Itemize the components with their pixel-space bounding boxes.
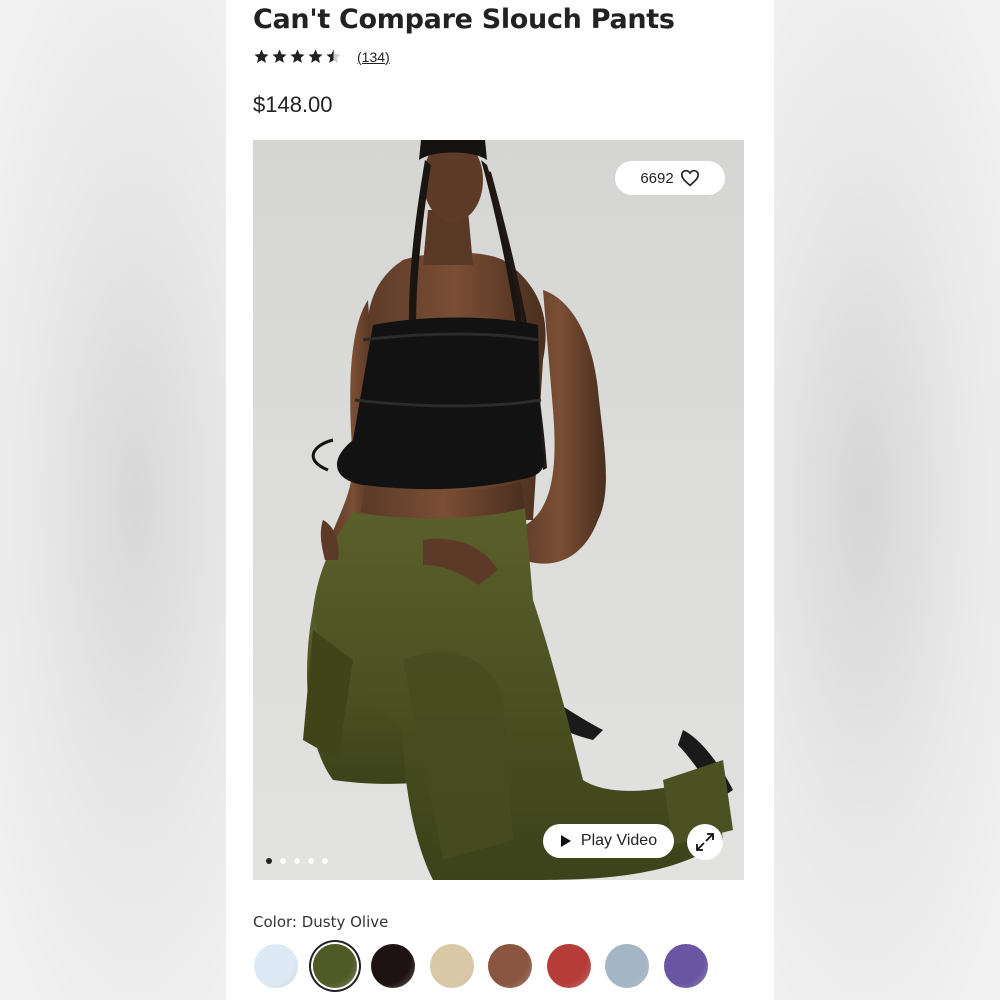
favorites-count: 6692: [640, 169, 674, 187]
color-label: Color: Dusty Olive: [253, 913, 389, 931]
product-image-carousel[interactable]: 6692 Play Video: [253, 140, 744, 880]
swatch-fill: [663, 944, 708, 988]
carousel-dot[interactable]: [266, 858, 272, 864]
carousel-dot[interactable]: [294, 858, 300, 864]
color-swatch-red[interactable]: [546, 944, 591, 988]
play-video-button[interactable]: Play Video: [543, 824, 674, 858]
carousel-dots: [266, 858, 336, 864]
color-swatch-grey-blue[interactable]: [605, 944, 649, 988]
reviews-link[interactable]: (134): [357, 49, 390, 65]
product-photo: [303, 140, 733, 880]
swatch-fill: [312, 944, 357, 988]
color-swatch-brown[interactable]: [488, 944, 532, 988]
swatch-fill: [254, 944, 298, 988]
carousel-dot[interactable]: [280, 858, 286, 864]
product-panel: Can't Compare Slouch Pants (134) $148.00: [226, 0, 774, 1000]
play-video-label: Play Video: [580, 832, 658, 849]
color-swatch-dusty-olive[interactable]: [312, 944, 357, 988]
star-icon: [254, 49, 269, 63]
expand-button[interactable]: [687, 824, 723, 860]
star-rating: [253, 48, 343, 65]
heart-icon: [680, 169, 699, 187]
product-rating: (134): [253, 48, 390, 65]
color-swatch-black-brown[interactable]: [371, 944, 415, 988]
carousel-dot[interactable]: [322, 858, 328, 864]
carousel-dot[interactable]: [308, 858, 314, 864]
left-backdrop: [0, 0, 226, 1000]
star-icon: [272, 49, 287, 63]
star-icon: [290, 49, 305, 63]
swatch-fill: [371, 944, 415, 988]
product-title: Can't Compare Slouch Pants: [253, 4, 675, 35]
favorite-button[interactable]: 6692: [615, 161, 725, 195]
swatch-fill: [605, 944, 649, 988]
color-swatches: [254, 944, 722, 988]
expand-icon: [696, 833, 714, 851]
color-swatch-light-blue[interactable]: [254, 944, 298, 988]
product-price: $148.00: [253, 92, 333, 117]
star-icon: [308, 49, 323, 63]
star-icon: [326, 49, 341, 63]
swatch-fill: [429, 944, 474, 988]
color-swatch-tan[interactable]: [429, 944, 474, 988]
play-icon: [560, 835, 571, 847]
color-swatch-purple[interactable]: [663, 944, 708, 988]
swatch-fill: [488, 944, 532, 988]
swatch-fill: [546, 944, 591, 988]
right-backdrop: [774, 0, 1000, 1000]
